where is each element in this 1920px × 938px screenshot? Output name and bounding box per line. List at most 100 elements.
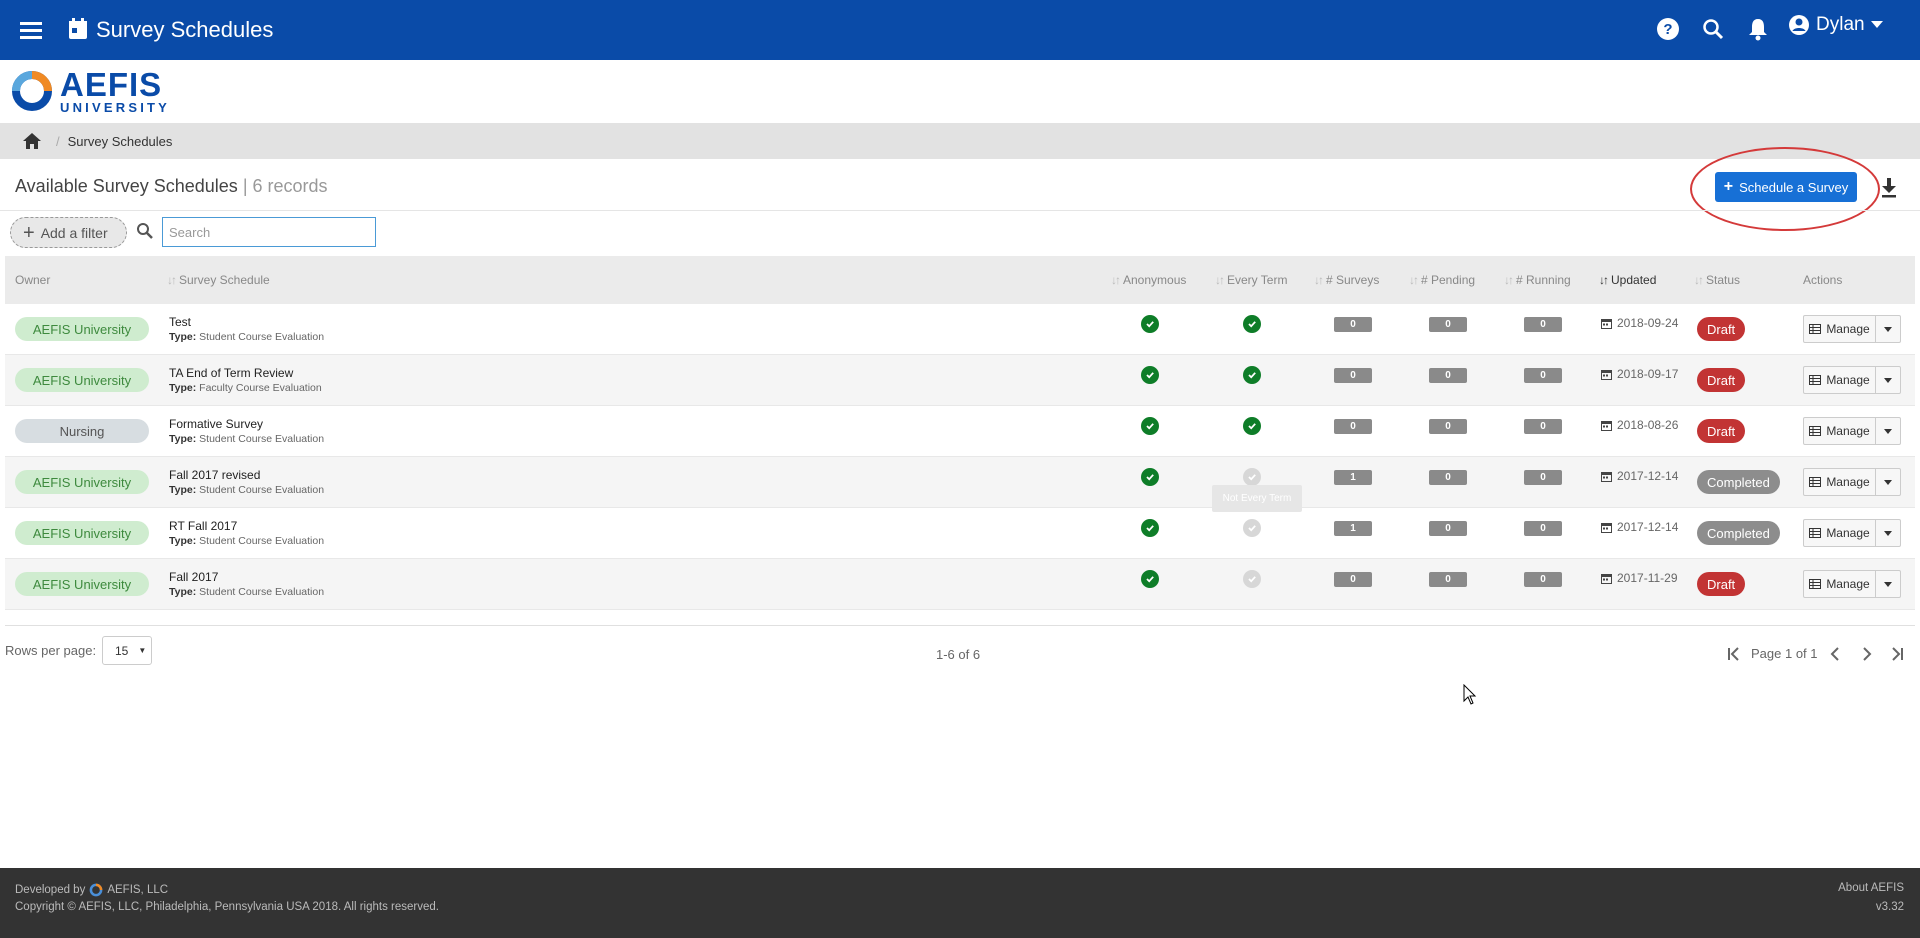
manage-button-group[interactable]: Manage [1803,417,1901,445]
table-icon [1809,579,1822,589]
rows-per-page-label: Rows per page: [5,643,97,658]
calendar-icon [1601,420,1612,431]
breadcrumb-separator: / [56,133,60,149]
manage-button[interactable]: Manage [1804,520,1876,546]
calendar-icon [1601,573,1612,584]
owner-badge: AEFIS University [15,572,149,596]
caret-down-icon [1884,530,1892,536]
column-surveys[interactable]: ↓↑ # Surveys [1314,273,1379,287]
download-icon[interactable] [1880,176,1898,198]
survey-schedule-type: Type: Student Course Evaluation [169,484,325,496]
every-term-check-icon [1243,417,1261,435]
manage-button[interactable]: Manage [1804,469,1876,495]
home-icon[interactable] [22,132,42,150]
pending-count-badge: 0 [1429,317,1467,332]
anonymous-check-icon [1141,315,1159,333]
footer-copyright: Copyright © AEFIS, LLC, Philadelphia, Pe… [15,901,439,913]
page-heading: Available Survey Schedules [15,176,238,196]
manage-dropdown-toggle[interactable] [1876,469,1900,495]
updated-date: 2017-12-14 [1601,520,1678,534]
manage-dropdown-toggle[interactable] [1876,418,1900,444]
logo-subtitle: UNIVERSITY [60,100,171,115]
rows-per-page-select[interactable]: 15 ▼ [102,636,152,665]
table-icon [1809,375,1822,385]
survey-schedule-name[interactable]: Test [169,315,191,329]
app-title: Survey Schedules [96,17,274,42]
column-status[interactable]: ↓↑ Status [1694,273,1740,287]
survey-schedule-name[interactable]: Fall 2017 revised [169,468,260,482]
manage-button[interactable]: Manage [1804,418,1876,444]
owner-badge: AEFIS University [15,470,149,494]
calendar-icon [69,18,87,39]
survey-schedule-name[interactable]: TA End of Term Review [169,366,293,380]
manage-dropdown-toggle[interactable] [1876,316,1900,342]
column-updated[interactable]: ↓↑ Updated [1599,273,1656,287]
manage-button-group[interactable]: Manage [1803,366,1901,394]
user-menu[interactable]: Dylan [1788,14,1883,36]
manage-button-group[interactable]: Manage [1803,468,1901,496]
anonymous-check-icon [1141,468,1159,486]
about-aefis-link[interactable]: About AEFIS [1838,882,1904,894]
every-term-check-icon [1243,366,1261,384]
help-icon[interactable]: ? [1655,16,1681,42]
status-badge: Draft [1697,419,1746,443]
prev-page-icon[interactable] [1826,645,1844,663]
manage-dropdown-toggle[interactable] [1876,367,1900,393]
survey-schedule-type: Type: Student Course Evaluation [169,586,325,598]
survey-schedule-name[interactable]: Formative Survey [169,417,263,431]
column-actions: Actions [1803,273,1843,287]
survey-schedule-type: Type: Student Course Evaluation [169,535,325,547]
manage-button[interactable]: Manage [1804,316,1876,342]
manage-dropdown-toggle[interactable] [1876,520,1900,546]
calendar-icon [1601,522,1612,533]
survey-schedule-name[interactable]: RT Fall 2017 [169,519,237,533]
next-page-icon[interactable] [1858,645,1876,663]
manage-dropdown-toggle[interactable] [1876,571,1900,597]
surveys-count-badge: 0 [1334,419,1372,434]
table-row: AEFIS University Fall 2017 revised Type: S… [5,457,1915,508]
schedule-survey-button[interactable]: + Schedule a Survey [1715,172,1857,202]
search-icon[interactable] [1700,16,1726,42]
footer-company: AEFIS, LLC [107,884,169,896]
svg-text:?: ? [1663,21,1672,38]
bell-icon[interactable] [1745,16,1771,42]
aefis-university-logo[interactable]: AEFIS UNIVERSITY [10,68,170,114]
calendar-icon [1601,318,1612,329]
developed-by: Developed by AEFIS, LLC [15,883,169,897]
manage-button-group[interactable]: Manage [1803,315,1901,343]
caret-down-icon [1870,21,1883,28]
updated-date: 2018-09-24 [1601,316,1678,330]
caret-down-icon [1884,377,1892,383]
last-page-icon[interactable] [1888,645,1906,663]
running-count-badge: 0 [1524,470,1562,485]
add-filter-button[interactable]: + Add a filter [10,217,127,248]
owner-badge: AEFIS University [15,521,149,545]
column-running[interactable]: ↓↑ # Running [1504,273,1571,287]
column-every-term[interactable]: ↓↑ Every Term [1215,273,1287,287]
caret-down-icon: ▼ [138,646,147,655]
column-anonymous[interactable]: ↓↑ Anonymous [1111,273,1186,287]
table-row: Nursing Formative Survey Type: Student Cou… [5,406,1915,457]
owner-badge: Nursing [15,419,149,443]
first-page-icon[interactable] [1725,645,1743,663]
manage-button-group[interactable]: Manage [1803,519,1901,547]
survey-schedule-name[interactable]: Fall 2017 [169,570,218,584]
status-badge: Draft [1697,368,1746,392]
survey-schedule-type: Type: Student Course Evaluation [169,331,325,343]
running-count-badge: 0 [1524,419,1562,434]
search-input[interactable] [162,217,376,247]
status-badge: Draft [1697,572,1746,596]
pending-count-badge: 0 [1429,368,1467,383]
mouse-cursor-icon [1463,684,1477,705]
calendar-icon [1601,471,1612,482]
rows-per-page-value: 15 [115,643,129,658]
manage-button-group[interactable]: Manage [1803,570,1901,598]
column-pending[interactable]: ↓↑ # Pending [1409,273,1475,287]
manage-button[interactable]: Manage [1804,571,1876,597]
pending-count-badge: 0 [1429,521,1467,536]
column-survey-schedule[interactable]: ↓↑ Survey Schedule [167,273,270,287]
table-icon [1809,324,1822,334]
manage-button[interactable]: Manage [1804,367,1876,393]
surveys-count-badge: 0 [1334,368,1372,383]
menu-icon[interactable] [18,18,44,42]
